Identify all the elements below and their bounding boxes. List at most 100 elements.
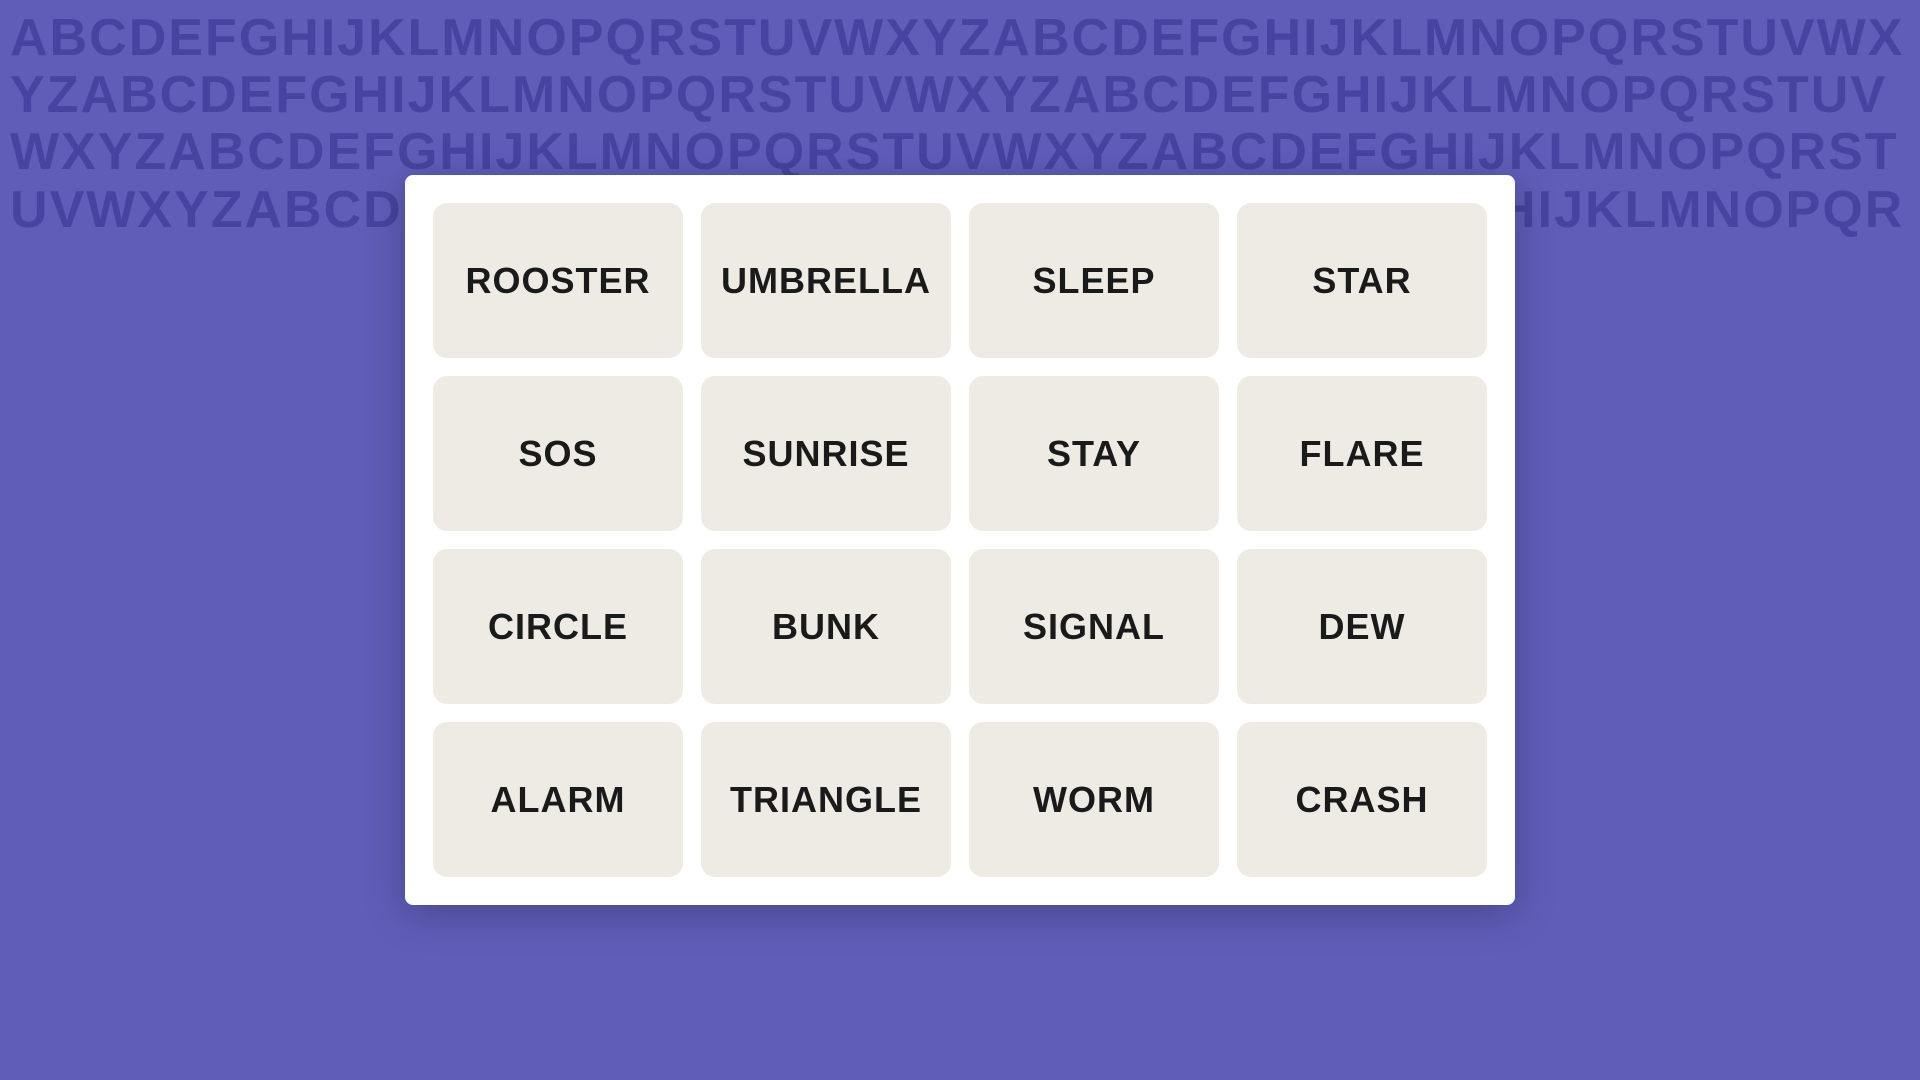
bg-letter: N <box>1540 67 1580 124</box>
bg-letter: L <box>1390 10 1424 67</box>
bg-letter: D <box>1182 67 1222 124</box>
bg-letter: C <box>1142 67 1182 124</box>
bg-letter: I <box>1538 182 1554 239</box>
bg-letter: M <box>1424 10 1469 67</box>
bg-letter: Y <box>922 10 959 67</box>
bg-letter: T <box>795 67 829 124</box>
bg-letter: D <box>1269 124 1309 181</box>
bg-letter: V <box>797 10 834 67</box>
bg-letter: A <box>10 10 50 67</box>
bg-letter: X <box>137 182 174 239</box>
bg-letter: B <box>284 182 324 239</box>
bg-letter: B <box>120 67 160 124</box>
bg-letter: S <box>1828 124 1865 181</box>
word-card-worm[interactable]: WORM <box>969 722 1219 877</box>
bg-letter: M <box>1494 67 1539 124</box>
bg-letter: K <box>1421 67 1461 124</box>
word-label-dew: DEW <box>1319 606 1406 648</box>
bg-letter: K <box>1509 124 1549 181</box>
bg-letter: J <box>1478 124 1509 181</box>
bg-letter: Z <box>1117 124 1151 181</box>
word-card-alarm[interactable]: ALARM <box>433 722 683 877</box>
word-card-star[interactable]: STAR <box>1237 203 1487 358</box>
bg-letter: U <box>10 182 50 239</box>
bg-letter: F <box>1258 67 1292 124</box>
bg-letter: P <box>639 67 676 124</box>
word-label-stay: STAY <box>1047 433 1141 475</box>
card-panel: ROOSTERUMBRELLASLEEP STAR SOSSUNRISE STAY FL… <box>405 175 1515 905</box>
bg-letter: P <box>569 10 606 67</box>
bg-letter: J <box>1320 10 1351 67</box>
bg-letter: A <box>80 67 120 124</box>
bg-letter: O <box>597 67 639 124</box>
bg-letter: Y <box>174 182 211 239</box>
bg-letter: G <box>397 124 439 181</box>
bg-letter: N <box>1469 10 1509 67</box>
bg-letter: K <box>439 67 479 124</box>
bg-letter: S <box>758 67 795 124</box>
bg-letter: P <box>1786 182 1823 239</box>
word-card-sos[interactable]: SOS <box>433 376 683 531</box>
bg-letter: J <box>337 10 368 67</box>
bg-letter: B <box>208 124 248 181</box>
bg-letter: R <box>1701 67 1741 124</box>
bg-letter: M <box>1658 182 1703 239</box>
bg-letter: G <box>309 67 351 124</box>
bg-letter: R <box>1789 124 1829 181</box>
bg-letter: T <box>1777 67 1811 124</box>
bg-letter: H <box>281 10 321 67</box>
word-card-stay[interactable]: STAY <box>969 376 1219 531</box>
bg-letter: Y <box>10 67 47 124</box>
bg-letter: R <box>1630 10 1670 67</box>
bg-letter: B <box>1032 10 1072 67</box>
word-card-bunk[interactable]: BUNK <box>701 549 951 704</box>
word-card-rooster[interactable]: ROOSTER <box>433 203 683 358</box>
bg-letter: D <box>129 10 169 67</box>
word-card-triangle[interactable]: TRIANGLE <box>701 722 951 877</box>
bg-letter: P <box>727 124 764 181</box>
word-card-flare[interactable]: FLARE <box>1237 376 1487 531</box>
bg-letter: E <box>239 67 276 124</box>
bg-letter: W <box>992 124 1043 181</box>
bg-letter: I <box>1303 10 1319 67</box>
bg-letter: Z <box>47 67 81 124</box>
bg-letter: P <box>1622 67 1659 124</box>
bg-letter: G <box>1221 10 1263 67</box>
bg-letter: C <box>247 124 287 181</box>
word-card-sunrise[interactable]: SUNRISE <box>701 376 951 531</box>
bg-letter: X <box>885 10 922 67</box>
bg-letter: U <box>1811 67 1851 124</box>
bg-letter: V <box>1850 67 1887 124</box>
bg-letter: M <box>441 10 486 67</box>
bg-letter: A <box>1063 67 1103 124</box>
bg-letter: O <box>1509 10 1551 67</box>
bg-letter: Q <box>1822 182 1864 239</box>
bg-letter: N <box>645 124 685 181</box>
bg-letter: X <box>1044 124 1081 181</box>
word-label-crash: CRASH <box>1295 779 1428 821</box>
word-card-dew[interactable]: DEW <box>1237 549 1487 704</box>
bg-letter: C <box>160 67 200 124</box>
bg-letter: I <box>321 10 337 67</box>
bg-letter: G <box>239 10 281 67</box>
word-card-crash[interactable]: CRASH <box>1237 722 1487 877</box>
word-label-star: STAR <box>1312 260 1411 302</box>
bg-letter: O <box>1743 182 1785 239</box>
bg-letter: D <box>1111 10 1151 67</box>
bg-letter: J <box>495 124 526 181</box>
bg-letter: J <box>408 67 439 124</box>
word-card-signal[interactable]: SIGNAL <box>969 549 1219 704</box>
bg-letter: U <box>758 10 798 67</box>
bg-letter: O <box>685 124 727 181</box>
bg-letter: H <box>1334 67 1374 124</box>
word-card-sleep[interactable]: SLEEP <box>969 203 1219 358</box>
bg-letter: O <box>1579 67 1621 124</box>
word-card-umbrella[interactable]: UMBRELLA <box>701 203 951 358</box>
bg-letter: O <box>1667 124 1709 181</box>
word-card-circle[interactable]: CIRCLE <box>433 549 683 704</box>
bg-letter: I <box>1374 67 1390 124</box>
bg-letter: M <box>1582 124 1627 181</box>
bg-letter: G <box>1379 124 1421 181</box>
word-label-circle: CIRCLE <box>488 606 628 648</box>
word-label-worm: WORM <box>1033 779 1155 821</box>
